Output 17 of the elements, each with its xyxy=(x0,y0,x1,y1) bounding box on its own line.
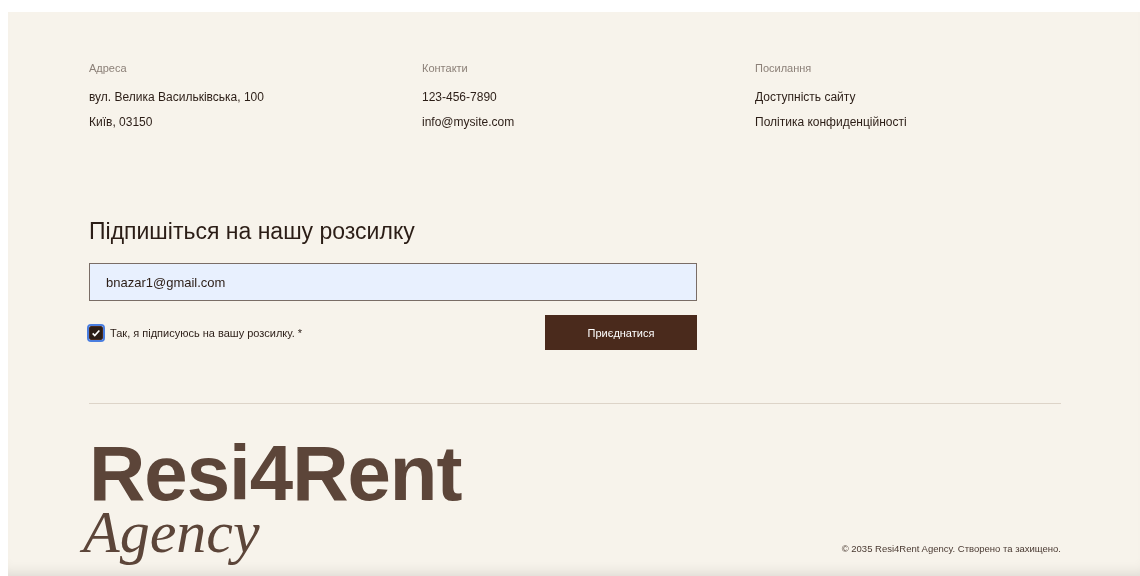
column-heading: Контакти xyxy=(422,62,469,74)
logo-wordmark: Resi4Rent xyxy=(89,434,462,512)
copyright-text: © 2035 Resi4Rent Agency. Створено та захищено. xyxy=(841,543,1061,554)
column-heading: Посилання xyxy=(755,62,813,74)
footer-text: вул. Велика Васильківська, 100 xyxy=(89,90,265,104)
checkmark-icon xyxy=(91,327,101,338)
footer-text: Київ, 03150 xyxy=(89,115,154,129)
join-button[interactable]: Приєднатися xyxy=(545,315,697,350)
footer-link[interactable]: Політика конфиденційності xyxy=(755,115,1061,129)
footer-text: info@mysite.com xyxy=(422,115,516,129)
newsletter-title: Підпишіться на нашу розсилку xyxy=(89,218,416,245)
email-field[interactable]: bnazar1@gmail.com xyxy=(89,263,697,301)
consent-label: Так, я підписуюсь на вашу розсилку. * xyxy=(110,326,303,339)
footer-link[interactable]: Доступність сайту xyxy=(755,90,1061,104)
footer-text: 123-456-7890 xyxy=(422,90,498,104)
column-heading: Адреса xyxy=(89,62,128,74)
consent-checkbox[interactable] xyxy=(89,325,103,340)
